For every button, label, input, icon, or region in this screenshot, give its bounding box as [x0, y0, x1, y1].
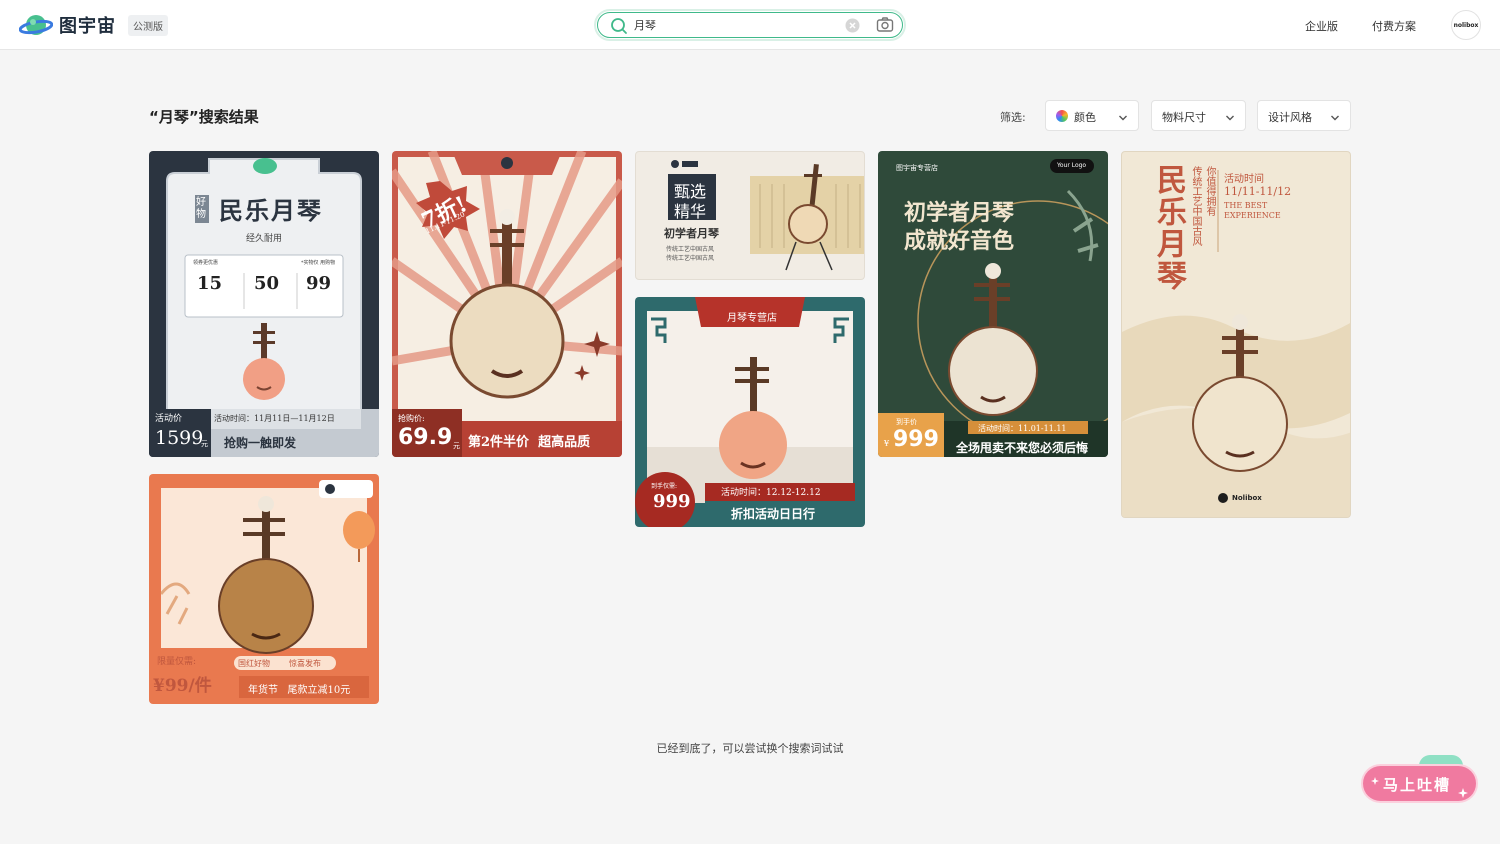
template-card-4[interactable]: 月琴专营店 到手仅需: 999 活动时间：12.12-12.12 折扣活动日日行: [635, 297, 865, 527]
card-5-price: 999: [893, 427, 939, 452]
card-7-line: 年货节 尾款立减10元: [248, 685, 351, 696]
card-2-slogan: 第2件半价 超高品质: [468, 435, 591, 450]
filter-color-label: 颜色: [1074, 111, 1096, 124]
color-wheel-icon: [1056, 110, 1068, 122]
card-3-line-2: 传统工艺中国古风: [666, 255, 715, 262]
card-1-price: 1599: [155, 427, 204, 449]
card-1-slogan: 抢购一触即发: [224, 436, 297, 450]
filter-size-label: 物料尺寸: [1162, 111, 1206, 124]
brand-logo[interactable]: 图宇宙 公测版: [18, 11, 168, 39]
card-4-price: 999: [653, 491, 691, 512]
card-6-title: 民乐月琴: [1151, 164, 1186, 292]
chevron-down-icon: [1330, 112, 1340, 125]
card-1-price-label: 活动价: [155, 414, 183, 424]
results-title: “月琴”搜索结果: [149, 108, 259, 126]
card-4-date: 活动时间：12.12-12.12: [721, 488, 821, 498]
card-4-banner: 月琴专营店: [727, 313, 777, 324]
card-1-subtitle: 经久耐用: [246, 234, 283, 244]
chevron-down-icon: [1118, 112, 1128, 125]
card-3-title: 初学者月琴: [664, 227, 719, 240]
card-6-column-2: 你值得拥有: [1204, 166, 1215, 216]
chevron-down-icon: [1225, 112, 1235, 125]
card-6-event: 活动时间: [1224, 174, 1264, 185]
brand-name: 图宇宙: [59, 16, 116, 37]
card-6-column-1: 传统工艺中国古风: [1190, 166, 1201, 246]
card-6-en-1: THE BEST: [1224, 201, 1268, 210]
card-5-headline-2: 成就好音色: [904, 228, 1015, 254]
card-5-slogan: 全场甩卖不来您必须后悔: [956, 441, 1089, 455]
card-5-date: 活动时间：11.01-11.11: [978, 424, 1067, 433]
beta-badge: 公测版: [128, 14, 168, 36]
card-2-price: 69.9: [398, 425, 453, 450]
template-card-7[interactable]: 限量仅需: ¥99/件 国红好物 惊喜发布 年货节 尾款立减10元: [149, 474, 379, 704]
card-7-artwork: [159, 480, 375, 698]
card-7-tag-2: 惊喜发布: [289, 659, 321, 668]
card-1-price-unit: 元: [201, 440, 208, 448]
card-6-en-2: EXPERIENCE: [1224, 211, 1281, 220]
end-of-results-note: 已经到底了，可以尝试换个搜索词试试: [656, 742, 844, 755]
sparkle-icon: [1458, 783, 1468, 802]
template-card-1[interactable]: 好物 民乐月琴 经久耐用 领券更优惠 *实物仅 用购物 15 50 99 活动价…: [149, 151, 379, 457]
card-4-price-label: 到手仅需:: [651, 483, 678, 490]
filter-size-dropdown[interactable]: 物料尺寸: [1151, 100, 1246, 131]
card-1-coupon-head-right: *实物仅 用购物: [301, 260, 336, 266]
card-1-title: 民乐月琴: [219, 196, 323, 225]
card-6-date: 11/11-11/12: [1224, 185, 1292, 198]
card-2-artwork: [392, 151, 622, 457]
filter-style-label: 设计风格: [1268, 111, 1312, 124]
search-box[interactable]: [594, 9, 906, 41]
planet-logo-icon: [18, 11, 54, 39]
card-3-line-1: 传统工艺中国古风: [666, 246, 715, 253]
user-avatar[interactable]: nolibox: [1451, 10, 1481, 40]
card-7-tag-1: 国红好物: [238, 659, 270, 668]
nav-enterprise-link[interactable]: 企业版: [1305, 18, 1338, 34]
top-bar: 图宇宙 公测版 企业版 付费方案 nolibox: [0, 0, 1500, 50]
card-1-coupon-2: 50: [254, 273, 280, 294]
sparkle-icon: [1371, 770, 1379, 789]
card-2-price-unit: 元: [453, 442, 460, 450]
template-card-3[interactable]: 甄选 精华 初学者月琴 传统工艺中国古风 传统工艺中国古风: [635, 151, 865, 280]
camera-search-icon[interactable]: [876, 16, 894, 38]
card-1-coupon-1: 15: [197, 273, 223, 294]
card-5-price-label: 到手价: [896, 418, 917, 426]
card-6-brand: Nolibox: [1232, 494, 1262, 502]
card-5-currency: ¥: [884, 439, 890, 448]
card-1-badge: 好物: [195, 195, 209, 223]
filter-label: 筛选:: [1000, 111, 1026, 124]
card-1-coupon-head-left: 领券更优惠: [193, 260, 219, 266]
card-5-store: 图宇宙专营店: [896, 164, 938, 172]
card-3-tag-2: 精华: [674, 202, 707, 221]
card-7-price-label: 限量仅需:: [157, 657, 197, 667]
nav-pricing-link[interactable]: 付费方案: [1372, 18, 1416, 34]
filter-color-dropdown[interactable]: 颜色: [1045, 100, 1139, 131]
card-4-slogan: 折扣活动日日行: [731, 507, 816, 521]
feedback-button[interactable]: 马上吐槽: [1363, 766, 1476, 801]
template-card-2[interactable]: 7折! 11.11-11.20 抢购价: 69.9 元 第2件半价 超高品质: [392, 151, 622, 457]
search-input[interactable]: [634, 16, 834, 34]
clear-search-icon[interactable]: [845, 18, 860, 37]
template-card-6[interactable]: 民乐月琴 传统工艺中国古风 你值得拥有 活动时间 11/11-11/12 THE…: [1121, 151, 1351, 518]
card-5-logo: Your Logo: [1057, 162, 1087, 169]
template-card-5[interactable]: 图宇宙专营店 Your Logo 初学者月琴 成就好音色 到手价 ¥ 999 活…: [878, 151, 1108, 457]
filter-style-dropdown[interactable]: 设计风格: [1257, 100, 1351, 131]
card-2-price-label: 抢购价:: [398, 414, 425, 423]
search-icon[interactable]: [610, 17, 628, 39]
card-7-price: ¥99/件: [153, 676, 212, 696]
feedback-button-label: 马上吐槽: [1383, 776, 1452, 794]
card-1-coupon-3: 99: [306, 273, 332, 294]
card-1-date: 活动时间：11月11日—11月12日: [214, 414, 335, 423]
